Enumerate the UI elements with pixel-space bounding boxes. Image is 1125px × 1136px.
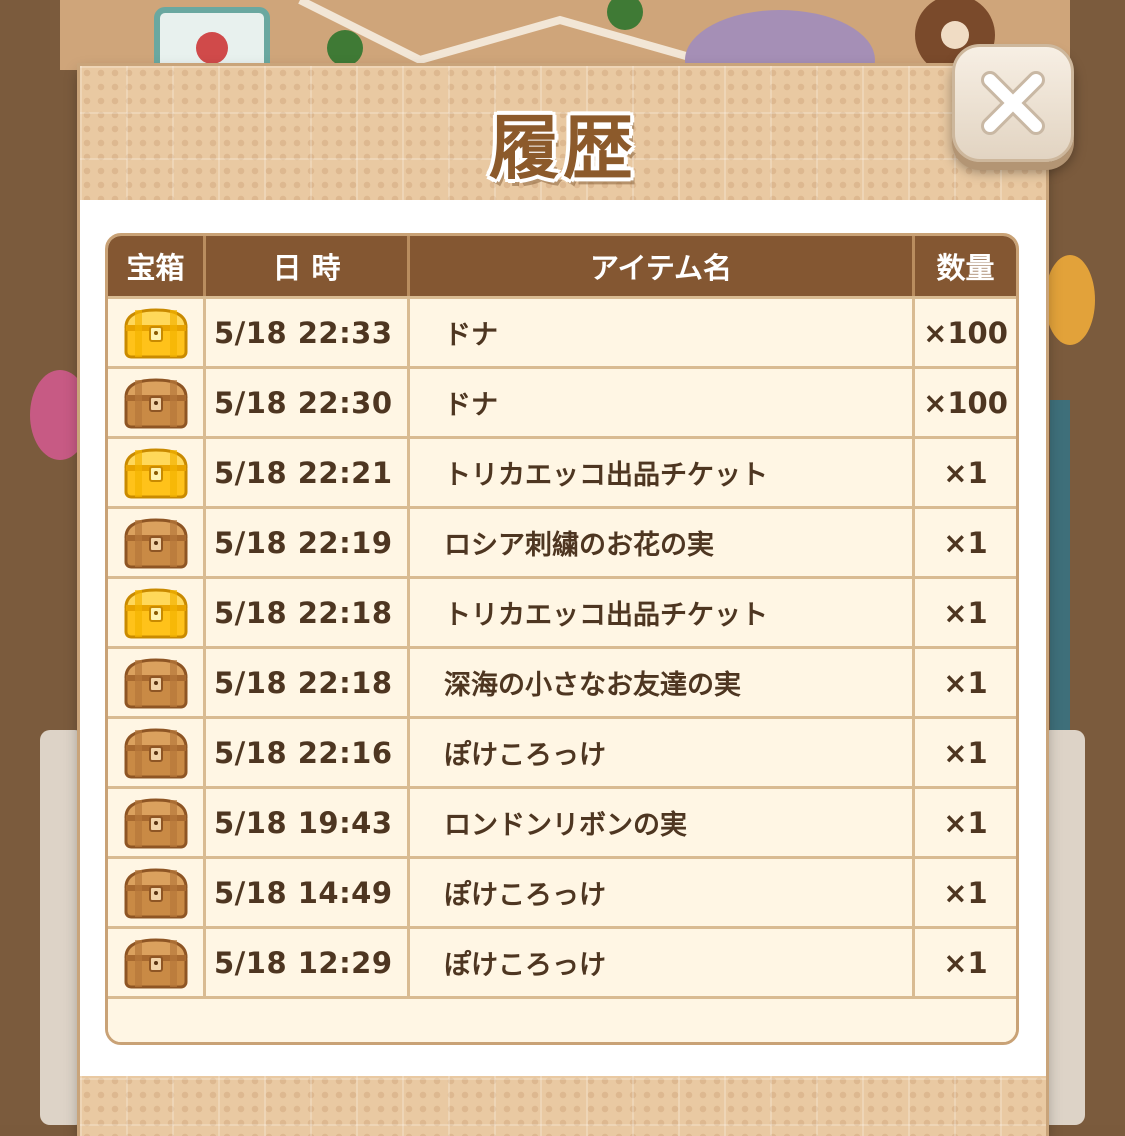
row-datetime: 5/18 22:18 xyxy=(203,579,407,646)
gold-chest-icon xyxy=(108,299,203,366)
row-datetime: 5/18 22:19 xyxy=(203,509,407,576)
table-row: 5/18 22:18 深海の小さなお友達の実 ×1 xyxy=(108,646,1016,716)
row-item-name: ドナ xyxy=(407,299,912,366)
table-row: 5/18 19:43 ロンドンリボンの実 ×1 xyxy=(108,786,1016,856)
row-datetime: 5/18 12:29 xyxy=(203,929,407,996)
row-datetime: 5/18 22:30 xyxy=(203,369,407,436)
table-row: 5/18 22:16 ぽけころっけ ×1 xyxy=(108,716,1016,786)
dialog-footer xyxy=(80,1076,1046,1136)
empty-table-row xyxy=(108,996,1016,1042)
row-quantity: ×1 xyxy=(912,439,1016,506)
row-quantity: ×1 xyxy=(912,859,1016,926)
table-row: 5/18 22:30 ドナ ×100 xyxy=(108,366,1016,436)
header-quantity: 数量 xyxy=(912,236,1016,296)
row-datetime: 5/18 22:21 xyxy=(203,439,407,506)
table-row: 5/18 22:18 トリカエッコ出品チケット ×1 xyxy=(108,576,1016,646)
table-row: 5/18 14:49 ぽけころっけ ×1 xyxy=(108,856,1016,926)
row-quantity: ×1 xyxy=(912,509,1016,576)
bronze-chest-icon xyxy=(108,719,203,786)
bronze-chest-icon xyxy=(108,789,203,856)
gold-chest-icon xyxy=(108,579,203,646)
row-quantity: ×100 xyxy=(912,299,1016,366)
row-quantity: ×1 xyxy=(912,579,1016,646)
history-table: 宝箱 日 時 アイテム名 数量 5/18 22:33 ドナ ×100 5/18 22… xyxy=(105,233,1019,1045)
row-quantity: ×100 xyxy=(912,369,1016,436)
row-item-name: ロンドンリボンの実 xyxy=(407,789,912,856)
bronze-chest-icon xyxy=(108,369,203,436)
row-datetime: 5/18 14:49 xyxy=(203,859,407,926)
gold-chest-icon xyxy=(108,439,203,506)
close-button[interactable] xyxy=(952,44,1074,162)
row-quantity: ×1 xyxy=(912,719,1016,786)
header-item-name: アイテム名 xyxy=(407,236,912,296)
row-item-name: ぽけころっけ xyxy=(407,929,912,996)
header-chest: 宝箱 xyxy=(108,236,203,296)
bronze-chest-icon xyxy=(108,929,203,996)
row-item-name: 深海の小さなお友達の実 xyxy=(407,649,912,716)
row-quantity: ×1 xyxy=(912,649,1016,716)
bronze-chest-icon xyxy=(108,859,203,926)
row-quantity: ×1 xyxy=(912,929,1016,996)
row-item-name: ぽけころっけ xyxy=(407,719,912,786)
history-content-panel: 宝箱 日 時 アイテム名 数量 5/18 22:33 ドナ ×100 5/18 22… xyxy=(80,200,1046,1076)
table-row: 5/18 12:29 ぽけころっけ ×1 xyxy=(108,926,1016,996)
header-datetime: 日 時 xyxy=(203,236,407,296)
row-item-name: ぽけころっけ xyxy=(407,859,912,926)
row-datetime: 5/18 22:33 xyxy=(203,299,407,366)
close-x-icon xyxy=(981,71,1045,135)
table-row: 5/18 22:19 ロシア刺繍のお花の実 ×1 xyxy=(108,506,1016,576)
row-datetime: 5/18 22:16 xyxy=(203,719,407,786)
table-row: 5/18 22:21 トリカエッコ出品チケット ×1 xyxy=(108,436,1016,506)
row-item-name: ロシア刺繍のお花の実 xyxy=(407,509,912,576)
table-row: 5/18 22:33 ドナ ×100 xyxy=(108,296,1016,366)
dialog-title: 履歴 xyxy=(489,107,637,189)
row-quantity: ×1 xyxy=(912,789,1016,856)
history-dialog: 履歴 宝箱 日 時 アイテム名 数量 5/18 22:33 ドナ ×100 5/18… xyxy=(80,66,1046,1136)
row-item-name: トリカエッコ出品チケット xyxy=(407,439,912,506)
row-item-name: トリカエッコ出品チケット xyxy=(407,579,912,646)
row-datetime: 5/18 22:18 xyxy=(203,649,407,716)
row-item-name: ドナ xyxy=(407,369,912,436)
bronze-chest-icon xyxy=(108,509,203,576)
bronze-chest-icon xyxy=(108,649,203,716)
row-datetime: 5/18 19:43 xyxy=(203,789,407,856)
